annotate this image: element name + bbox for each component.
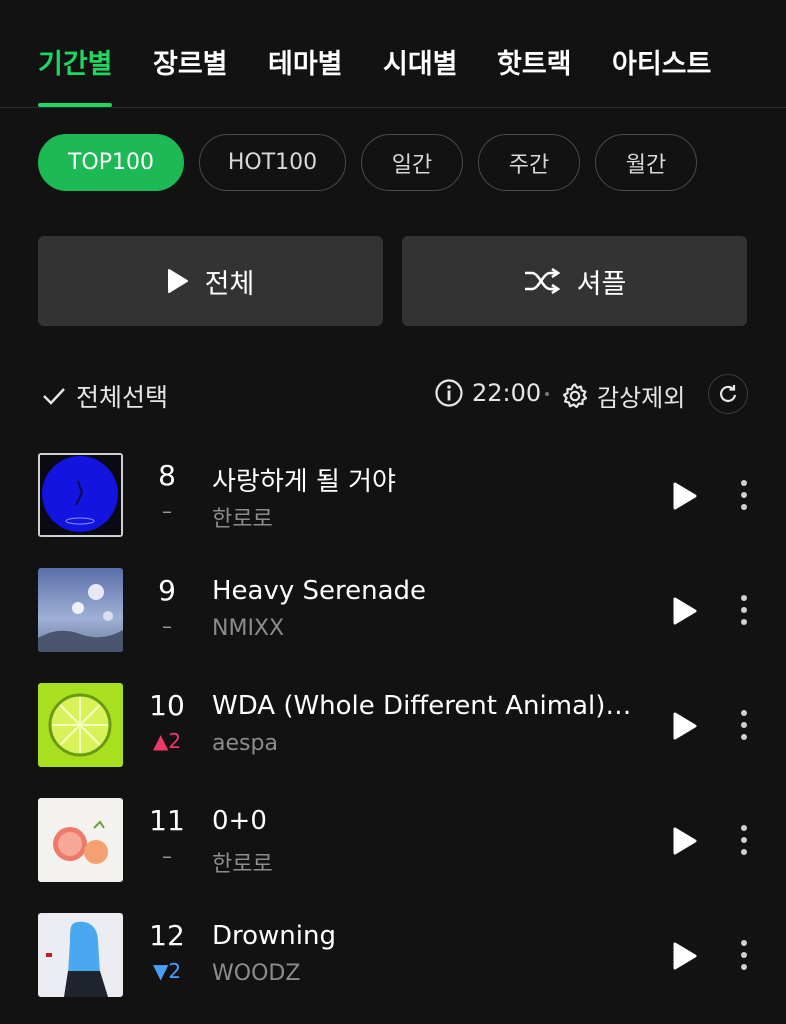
rank-change: – (162, 499, 172, 523)
active-tab-indicator (38, 103, 112, 107)
gear-icon (562, 382, 588, 408)
select-all-button[interactable]: 전체선택 (42, 378, 168, 414)
track-artist[interactable]: 한로로 (212, 501, 273, 533)
tab-theme[interactable]: 테마별 (268, 42, 343, 81)
tab-era[interactable]: 시대별 (383, 42, 458, 81)
chip-monthly[interactable]: 월간 (595, 134, 697, 191)
play-icon[interactable] (672, 711, 698, 741)
track-rank: 12 (149, 919, 185, 952)
rank-change: ▲2 (152, 729, 182, 753)
track-artist[interactable]: WOODZ (212, 961, 300, 986)
tab-genre[interactable]: 장르별 (153, 42, 228, 81)
exclude-label: 감상제외 (597, 384, 686, 412)
shuffle-button[interactable]: 셔플 (402, 236, 747, 326)
exclude-settings-button[interactable]: 감상제외 (561, 378, 685, 413)
refresh-icon (719, 385, 737, 402)
shuffle-label: 셔플 (576, 268, 627, 300)
rank-change: – (162, 614, 172, 638)
track-title[interactable]: Heavy Serenade (212, 576, 632, 606)
track-title[interactable]: 0+0 (212, 806, 632, 836)
info-icon (435, 379, 463, 407)
track-row[interactable]: 12 ▼2 Drowning WOODZ (0, 913, 786, 997)
play-icon (167, 269, 188, 293)
album-art (38, 913, 123, 997)
more-options-icon[interactable] (734, 822, 754, 858)
chip-daily[interactable]: 일간 (361, 134, 463, 191)
chip-top100[interactable]: TOP100 (38, 134, 184, 191)
play-icon[interactable] (672, 826, 698, 856)
more-options-icon[interactable] (734, 937, 754, 973)
track-rank: 10 (149, 689, 185, 722)
tab-hot-track[interactable]: 핫트랙 (497, 42, 572, 81)
track-rank: 8 (158, 459, 176, 492)
chart-time-label: 22:00 (472, 379, 542, 407)
more-options-icon[interactable] (734, 707, 754, 743)
album-art (38, 453, 123, 537)
refresh-button[interactable] (708, 374, 748, 414)
track-rank: 9 (158, 574, 176, 607)
chip-hot100[interactable]: HOT100 (199, 134, 346, 191)
chart-time[interactable]: 22:00 (434, 378, 541, 408)
track-row[interactable]: 11 – 0+0 한로로 (0, 798, 786, 882)
track-row[interactable]: 8 – 사랑하게 될 거야 한로로 (0, 453, 786, 537)
track-row[interactable]: 10 ▲2 WDA (Whole Different Animal) (… ae… (0, 683, 786, 767)
separator-dot (545, 392, 549, 396)
tab-artist[interactable]: 아티스트 (612, 42, 711, 81)
album-art (38, 798, 123, 882)
list-toolbar: 전체선택 22:00 감상제외 (0, 370, 786, 420)
shuffle-icon (524, 268, 560, 294)
track-title[interactable]: Drowning (212, 921, 632, 951)
track-title[interactable]: 사랑하게 될 거야 (212, 461, 632, 498)
tab-period[interactable]: 기간별 (38, 42, 113, 81)
album-art (38, 568, 123, 652)
category-tabs: 기간별 장르별 테마별 시대별 핫트랙 아티스트 (0, 0, 786, 108)
play-icon[interactable] (672, 941, 698, 971)
track-artist[interactable]: NMIXX (212, 616, 284, 641)
chip-weekly[interactable]: 주간 (478, 134, 580, 191)
rank-change: ▼2 (152, 959, 182, 983)
track-row[interactable]: 9 – Heavy Serenade NMIXX (0, 568, 786, 652)
more-options-icon[interactable] (734, 477, 754, 513)
play-all-button[interactable]: 전체 (38, 236, 383, 326)
select-all-label: 전체선택 (76, 383, 169, 412)
track-artist[interactable]: aespa (212, 731, 278, 756)
check-icon (43, 388, 65, 405)
track-rank: 11 (149, 804, 185, 837)
rank-change: – (162, 844, 172, 868)
track-artist[interactable]: 한로로 (212, 846, 273, 878)
track-title[interactable]: WDA (Whole Different Animal) (… (212, 691, 632, 721)
more-options-icon[interactable] (734, 592, 754, 628)
album-art (38, 683, 123, 767)
play-icon[interactable] (672, 596, 698, 626)
play-icon[interactable] (672, 481, 698, 511)
play-all-label: 전체 (204, 268, 255, 300)
